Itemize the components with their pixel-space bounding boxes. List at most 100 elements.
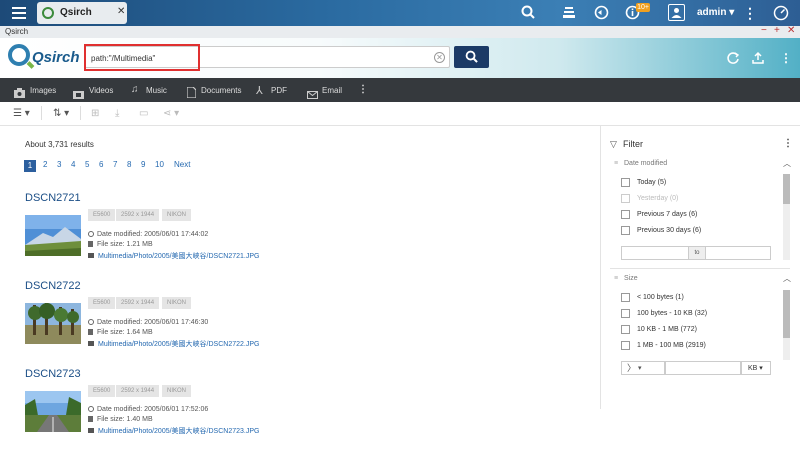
open-folder-icon[interactable]: ▭ xyxy=(139,108,148,119)
page-7-link[interactable]: 7 xyxy=(113,160,117,169)
minimize-icon[interactable]: − xyxy=(761,25,767,36)
page-6-link[interactable]: 6 xyxy=(99,160,103,169)
user-avatar-icon[interactable] xyxy=(668,4,685,21)
size-unit-select[interactable]: KB ▾ xyxy=(741,361,771,375)
date-to-input[interactable] xyxy=(705,246,771,260)
dashboard-icon[interactable] xyxy=(773,5,789,21)
greater-than-icon: 〉 xyxy=(627,363,637,373)
size-unit-label: KB xyxy=(748,365,758,372)
date-7days-checkbox[interactable] xyxy=(621,210,630,219)
download-icon[interactable]: ⤓ xyxy=(115,108,119,119)
clock-icon xyxy=(88,231,94,237)
category-images[interactable]: Images xyxy=(30,86,56,95)
app-tab-qsirch[interactable]: Qsirch ✕ xyxy=(37,2,127,24)
search-icon[interactable] xyxy=(520,5,536,21)
close-window-icon[interactable]: ✕ xyxy=(787,25,795,36)
toolbar-divider xyxy=(41,106,42,120)
result-path-link[interactable]: Multimedia/Photo/2005/美國大峽谷/DSCN2723.JPG xyxy=(88,426,259,436)
page-3-link[interactable]: 3 xyxy=(57,160,61,169)
date-from-input[interactable] xyxy=(621,246,689,260)
category-music[interactable]: Music xyxy=(146,86,167,95)
page-9-link[interactable]: 9 xyxy=(141,160,145,169)
date-30days-checkbox[interactable] xyxy=(621,226,630,235)
date-option-label: Previous 30 days (6) xyxy=(637,227,702,234)
page-2-link[interactable]: 2 xyxy=(43,160,47,169)
result-title[interactable]: DSCN2721 xyxy=(25,192,81,204)
list-view-icon[interactable]: ☰ ▾ xyxy=(13,108,30,119)
result-file-size: File size: 1.21 MB xyxy=(88,241,153,248)
file-icon xyxy=(88,329,93,335)
date-modified-section-title[interactable]: Date modified xyxy=(624,160,667,167)
refresh-icon[interactable] xyxy=(725,51,741,67)
category-nav xyxy=(0,78,800,102)
maximize-icon[interactable]: + xyxy=(774,25,780,36)
category-documents[interactable]: Documents xyxy=(201,86,241,95)
category-more-icon[interactable]: ⋮ xyxy=(358,84,368,95)
share-icon[interactable]: ⋖ ▾ xyxy=(163,108,179,119)
size-value-input[interactable] xyxy=(665,361,741,375)
app-tab-label: Qsirch xyxy=(60,7,92,18)
result-thumbnail[interactable] xyxy=(25,215,81,256)
result-path-link[interactable]: Multimedia/Photo/2005/美國大峽谷/DSCN2721.JPG xyxy=(88,251,259,261)
sort-icon[interactable]: ⇅ ▾ xyxy=(53,108,69,119)
close-tab-icon[interactable]: ✕ xyxy=(117,6,125,17)
result-tag: 2592 x 1944 xyxy=(116,385,160,397)
header-more-icon[interactable]: ⋮ xyxy=(778,51,794,67)
document-icon xyxy=(186,85,197,103)
result-tag: E5600 xyxy=(88,209,116,221)
result-date-modified: Date modified: 2005/06/01 17:52:06 xyxy=(88,406,208,413)
result-path-link[interactable]: Multimedia/Photo/2005/美國大峽谷/DSCN2722.JPG xyxy=(88,339,259,349)
clock-icon xyxy=(88,319,94,325)
search-query-highlight xyxy=(84,44,200,71)
category-videos[interactable]: Videos xyxy=(89,86,113,95)
upload-icon[interactable] xyxy=(750,51,766,67)
background-tasks-icon[interactable] xyxy=(561,5,577,21)
page-4-link[interactable]: 4 xyxy=(71,160,75,169)
result-thumbnail[interactable] xyxy=(25,303,81,344)
result-thumbnail[interactable] xyxy=(25,391,81,432)
results-count: About 3,731 results xyxy=(25,140,94,149)
date-yesterday-checkbox[interactable] xyxy=(621,194,630,203)
size-option-checkbox[interactable] xyxy=(621,293,630,302)
date-range-separator: to xyxy=(689,246,705,260)
notification-badge: 10+ xyxy=(636,3,650,12)
more-options-icon[interactable]: ⋮ xyxy=(742,5,758,21)
result-title[interactable]: DSCN2722 xyxy=(25,280,81,292)
size-option-checkbox[interactable] xyxy=(621,325,630,334)
toolbar-divider xyxy=(80,106,81,120)
sync-icon[interactable] xyxy=(593,5,609,21)
page-1-link[interactable]: 1 xyxy=(24,160,36,172)
size-section-title[interactable]: Size xyxy=(624,275,638,282)
result-tag: NIKON xyxy=(162,209,192,221)
result-tag: NIKON xyxy=(162,385,192,397)
user-menu[interactable]: admin ▾ xyxy=(697,7,734,18)
collapse-date-chevron-icon[interactable]: ︿ xyxy=(783,158,791,169)
page-8-link[interactable]: 8 xyxy=(127,160,131,169)
result-date-modified: Date modified: 2005/06/01 17:44:02 xyxy=(88,231,208,238)
size-option-label: < 100 bytes (1) xyxy=(637,294,684,301)
category-email[interactable]: Email xyxy=(322,86,342,95)
category-pdf[interactable]: PDF xyxy=(271,86,287,95)
date-scrollbar[interactable] xyxy=(783,174,790,260)
page-5-link[interactable]: 5 xyxy=(85,160,89,169)
search-button[interactable] xyxy=(454,46,489,68)
filter-more-icon[interactable]: ⋮ xyxy=(783,138,793,149)
result-title[interactable]: DSCN2723 xyxy=(25,368,81,380)
result-file-size: File size: 1.64 MB xyxy=(88,329,153,336)
size-option-checkbox[interactable] xyxy=(621,341,630,350)
size-scrollbar[interactable] xyxy=(783,290,790,360)
next-page-link[interactable]: Next xyxy=(174,160,190,169)
clock-icon xyxy=(88,406,94,412)
main-menu-button[interactable] xyxy=(12,5,28,21)
select-all-icon[interactable]: ⊞ xyxy=(91,108,99,119)
qsirch-logo-icon xyxy=(8,44,30,66)
date-today-checkbox[interactable] xyxy=(621,178,630,187)
collapse-size-chevron-icon[interactable]: ︿ xyxy=(783,273,791,284)
page-10-link[interactable]: 10 xyxy=(155,160,164,169)
clear-search-icon[interactable]: ✕ xyxy=(434,52,445,63)
result-tag: 2592 x 1944 xyxy=(116,297,160,309)
section-divider xyxy=(610,268,790,269)
filter-title: Filter xyxy=(623,139,643,149)
folder-icon xyxy=(88,253,94,258)
size-option-checkbox[interactable] xyxy=(621,309,630,318)
